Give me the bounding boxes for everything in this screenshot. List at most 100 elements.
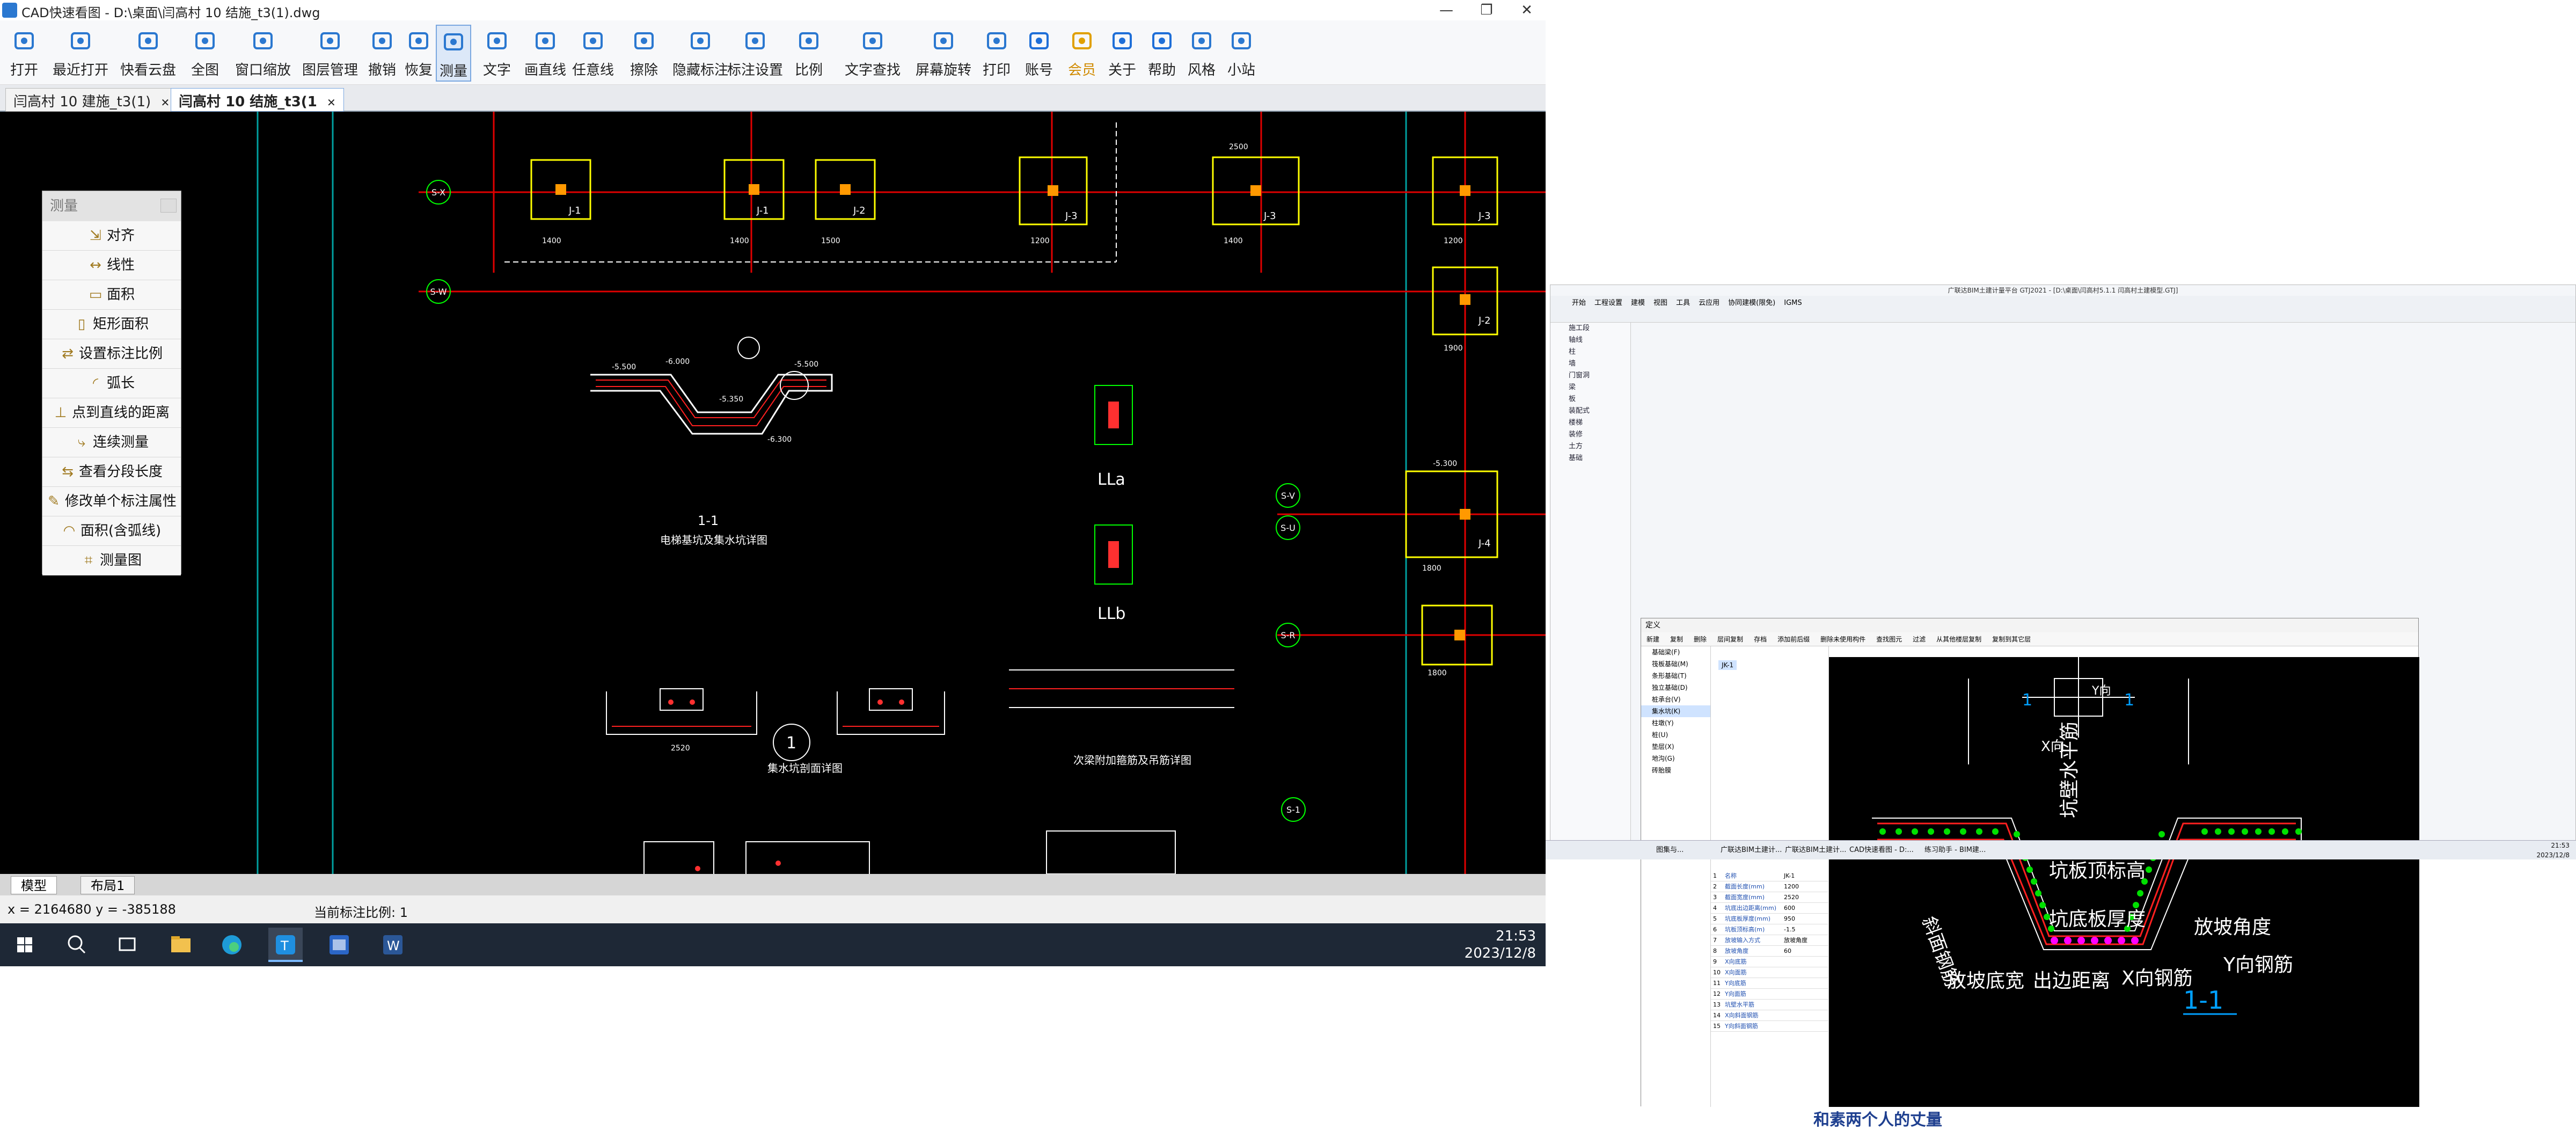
property-row[interactable]: 1 名称 JK-1	[1711, 871, 1829, 881]
measure-panel-header[interactable]: 测量	[42, 191, 181, 221]
component-type[interactable]: 地沟(G)	[1641, 753, 1710, 764]
property-row[interactable]: 12 Y向面筋	[1711, 989, 1829, 1000]
dialog-tool[interactable]: 过滤	[1913, 636, 1926, 643]
component-type[interactable]: 独立基础(D)	[1641, 682, 1710, 694]
toolbar-account-button[interactable]: 账号	[1020, 25, 1058, 82]
taskbar-app[interactable]: 练习助手 - BIM建...	[1921, 843, 1989, 858]
property-row[interactable]: 7 放坡输入方式 放坡角度	[1711, 935, 1829, 946]
dialog-tool[interactable]: 新建	[1646, 636, 1659, 643]
property-row[interactable]: 4 坑底出边距离(mm) 600	[1711, 903, 1829, 914]
close-icon[interactable]: ✕	[327, 96, 336, 109]
edge-icon[interactable]	[215, 928, 249, 962]
dialog-tool[interactable]: 层间复制	[1717, 636, 1743, 643]
task-view-icon[interactable]	[110, 928, 144, 962]
toolbar-style-button[interactable]: 风格	[1184, 25, 1219, 82]
toolbar-annotation-settings-button[interactable]: 标注设置	[726, 25, 785, 82]
property-row[interactable]: 2 截面长度(mm) 1200	[1711, 881, 1829, 892]
system-clock[interactable]: 21:53 2023/12/8	[1465, 928, 1536, 962]
tab-model[interactable]: 模型	[11, 876, 57, 894]
property-row[interactable]: 11 Y向底筋	[1711, 978, 1829, 989]
component-type[interactable]: 筏板基础(M)	[1641, 658, 1710, 670]
toolbar-zoom-window-button[interactable]: 窗口缩放	[232, 25, 294, 82]
nav-item[interactable]: 轴线	[1550, 334, 1630, 346]
measure-linear-button[interactable]: ↔ 线性	[42, 251, 181, 280]
toolbar-info-button[interactable]: 关于	[1104, 25, 1140, 82]
toolbar-undo-button[interactable]: 撤销	[365, 25, 399, 82]
component-type[interactable]: 条形基础(T)	[1641, 670, 1710, 682]
toolbar-history-button[interactable]: 最近打开	[48, 25, 113, 82]
dialog-tool[interactable]: 删除未使用构件	[1820, 636, 1865, 643]
set-scale-button[interactable]: ⇄ 设置标注比例	[42, 339, 181, 369]
panel-close-button[interactable]	[160, 199, 177, 213]
tab-layout1[interactable]: 布局1	[80, 876, 135, 894]
dialog-tool[interactable]: 添加前后缀	[1777, 636, 1810, 643]
toolbar-cloud-button[interactable]: 快看云盘	[117, 25, 179, 82]
toolbar-redo-button[interactable]: 恢复	[404, 25, 434, 82]
property-row[interactable]: 8 放坡角度 60	[1711, 946, 1829, 957]
menu-tab[interactable]: 视图	[1653, 299, 1667, 307]
menu-tab[interactable]: IGMS	[1784, 299, 1802, 307]
component-type[interactable]: 砖胎膜	[1641, 764, 1710, 776]
nav-item[interactable]: 门窗洞	[1550, 370, 1630, 382]
toolbar-hide-annotation-button[interactable]: 隐藏标注	[671, 25, 730, 82]
toolbar-freehand-button[interactable]: 任意线	[569, 25, 617, 82]
cad-viewer-icon[interactable]: T	[268, 928, 303, 962]
menu-tab[interactable]: 协同建模(限免)	[1728, 299, 1775, 307]
close-icon[interactable]: ✕	[160, 96, 170, 109]
toolbar-text-search-button[interactable]: 文字查找	[837, 25, 908, 82]
toolbar-fit-all-button[interactable]: 全图	[184, 25, 226, 82]
drawing-canvas[interactable]: J-1 J-1 J-2 J-3 J-3 J-3 J-2 J-4 S-X S-W	[0, 112, 1546, 874]
measure-align-button[interactable]: ⇲ 对齐	[42, 221, 181, 251]
second-clock[interactable]: 21:53 2023/12/8	[2536, 841, 2570, 860]
restore-button[interactable]: ❐	[1468, 0, 1505, 20]
property-row[interactable]: 14 X向斜面钢筋	[1711, 1010, 1829, 1021]
dialog-tool[interactable]: 删除	[1694, 636, 1707, 643]
continuous-measure-button[interactable]: ⤷ 连续测量	[42, 428, 181, 457]
dialog-tool[interactable]: 存档	[1754, 636, 1767, 643]
dialog-tool[interactable]: 复制	[1670, 636, 1683, 643]
toolbar-text-button[interactable]: 文字	[475, 25, 518, 82]
taskbar-app[interactable]: 广联达BIM土建计...	[1782, 843, 1849, 858]
close-button[interactable]: ✕	[1508, 0, 1546, 20]
component-type[interactable]: 桩(U)	[1641, 729, 1710, 741]
nav-item[interactable]: 楼梯	[1550, 417, 1630, 429]
tab-architecture-drawing[interactable]: 闫高村 10 建施_t3(1) ✕	[5, 88, 178, 112]
dialog-tool[interactable]: 从其他楼层复制	[1936, 636, 1981, 643]
area-arc-button[interactable]: ◠ 面积(含弧线)	[42, 516, 181, 546]
start-icon[interactable]	[8, 928, 42, 962]
dialog-tool[interactable]: 查找图元	[1876, 636, 1902, 643]
toolbar-layers-button[interactable]: 图层管理	[298, 25, 362, 82]
word-icon[interactable]: W	[376, 928, 410, 962]
menu-tab[interactable]: 工程设置	[1594, 299, 1622, 307]
menu-tab[interactable]: 建模	[1631, 299, 1645, 307]
toolbar-eraser-button[interactable]: 擦除	[621, 25, 667, 82]
toolbar-help-button[interactable]: 帮助	[1144, 25, 1180, 82]
nav-item[interactable]: 施工段	[1550, 323, 1630, 334]
component-type[interactable]: 垫层(X)	[1641, 741, 1710, 753]
segment-length-button[interactable]: ⇆ 查看分段长度	[42, 457, 181, 487]
tab-structure-drawing[interactable]: 闫高村 10 结施_t3(1 ✕	[171, 88, 344, 112]
toolbar-print-button[interactable]: 打印	[978, 25, 1015, 82]
property-row[interactable]: 6 坑板顶标高(m) -1.5	[1711, 924, 1829, 935]
property-row[interactable]: 9 X向底筋	[1711, 957, 1829, 967]
component-type[interactable]: 基础梁(F)	[1641, 646, 1710, 658]
selected-component[interactable]: JK-1	[1718, 660, 1737, 670]
measure-rect-area-button[interactable]: ▯ 矩形面积	[42, 310, 181, 339]
nav-item[interactable]: 墙	[1550, 358, 1630, 370]
nav-item[interactable]: 装配式	[1550, 405, 1630, 417]
nav-item[interactable]: 板	[1550, 393, 1630, 405]
minimize-button[interactable]: —	[1428, 0, 1465, 20]
menu-tab[interactable]: 云应用	[1699, 299, 1719, 307]
file-explorer-icon[interactable]	[164, 928, 198, 962]
toolbar-scale-button[interactable]: 比例	[789, 25, 829, 82]
gtj-icon[interactable]	[322, 928, 356, 962]
taskbar-app[interactable]: 图集与...	[1653, 843, 1687, 858]
taskbar-app[interactable]: CAD快速看图 - D:...	[1846, 843, 1917, 858]
property-row[interactable]: 13 坑壁水平筋	[1711, 1000, 1829, 1010]
property-row[interactable]: 3 截面宽度(mm) 2520	[1711, 892, 1829, 903]
toolbar-station-button[interactable]: 小站	[1224, 25, 1259, 82]
property-row[interactable]: 15 Y向斜面钢筋	[1711, 1021, 1829, 1032]
measure-graph-button[interactable]: ⌗ 测量图	[42, 546, 181, 575]
taskbar-app[interactable]: 广联达BIM土建计...	[1717, 843, 1785, 858]
nav-item[interactable]: 梁	[1550, 382, 1630, 393]
